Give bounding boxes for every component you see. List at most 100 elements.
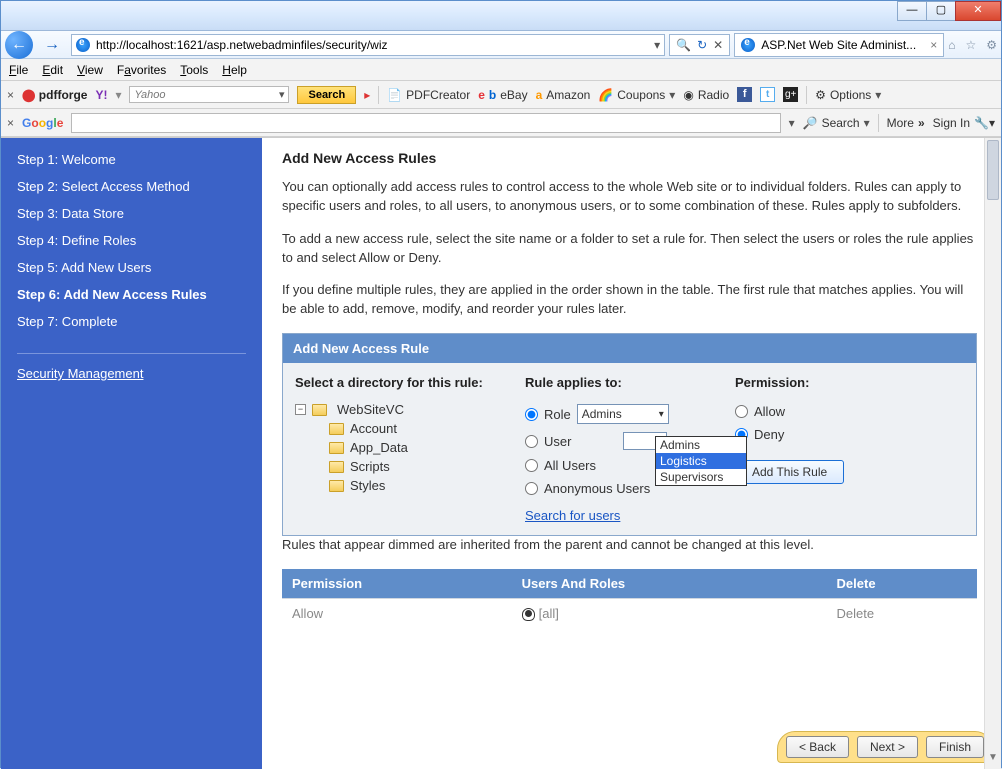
user-radio[interactable] — [525, 435, 538, 448]
menu-file[interactable]: File — [9, 63, 28, 77]
home-icon[interactable]: ⌂ — [948, 38, 955, 52]
rules-table: Permission Users And Roles Delete Allow … — [282, 569, 977, 628]
add-rule-button[interactable]: Add This Rule — [735, 460, 844, 484]
yahoo-search-input[interactable]: Yahoo — [129, 86, 289, 103]
user-icon — [522, 608, 535, 621]
role-option-logistics[interactable]: Logistics — [656, 453, 746, 469]
tree-root[interactable]: − WebSiteVC — [295, 400, 515, 419]
permission-label: Permission: — [735, 375, 895, 390]
step-7[interactable]: Step 7: Complete — [1, 308, 262, 335]
anon-radio[interactable] — [525, 482, 538, 495]
search-users-link[interactable]: Search for users — [525, 508, 620, 523]
col-delete: Delete — [827, 569, 977, 599]
toolbar-close-icon[interactable]: × — [7, 88, 14, 102]
step-6[interactable]: Step 6: Add New Access Rules — [1, 281, 262, 308]
close-button[interactable]: ✕ — [955, 1, 1001, 21]
toolbar-close-icon[interactable]: × — [7, 116, 14, 130]
maximize-button[interactable]: ▢ — [926, 1, 956, 21]
add-rule-panel: Add New Access Rule Select a directory f… — [282, 333, 977, 536]
step-4[interactable]: Step 4: Define Roles — [1, 227, 262, 254]
folder-icon — [312, 404, 327, 416]
panel-header: Add New Access Rule — [283, 334, 976, 363]
cell-users-roles: [all] — [512, 598, 827, 628]
back-button[interactable]: ← — [5, 31, 33, 59]
directory-column: Select a directory for this rule: − WebS… — [295, 375, 515, 523]
collapse-icon[interactable]: − — [295, 404, 306, 415]
permission-column: Permission: Allow Deny Add This Rule — [735, 375, 895, 523]
step-3[interactable]: Step 3: Data Store — [1, 200, 262, 227]
google-toolbar: × Google ▾ 🔎 Search More » Sign In 🔧▾ — [1, 109, 1001, 137]
tree-node-appdata[interactable]: App_Data — [295, 438, 515, 457]
tree-node-scripts[interactable]: Scripts — [295, 457, 515, 476]
options-link[interactable]: ⚙ Options — [815, 88, 881, 102]
radio-link[interactable]: ◉ Radio — [683, 88, 729, 102]
more-button[interactable]: More » — [887, 116, 925, 130]
facebook-icon[interactable]: f — [737, 87, 752, 102]
google-search-button[interactable]: 🔎 Search — [803, 116, 870, 130]
pdfforge-logo[interactable]: ⬤ pdfforge — [22, 88, 87, 102]
tree-node-styles[interactable]: Styles — [295, 476, 515, 495]
dropdown-icon[interactable]: ▾ — [789, 116, 795, 130]
stop-button[interactable]: ✕ — [713, 38, 723, 52]
yahoo-search-button[interactable]: Search — [297, 86, 356, 104]
scroll-thumb[interactable] — [987, 140, 999, 200]
scrollbar[interactable]: ▲ ▼ — [984, 138, 1001, 769]
content-pane: Add New Access Rules You can optionally … — [262, 138, 1001, 769]
step-5[interactable]: Step 5: Add New Users — [1, 254, 262, 281]
step-2[interactable]: Step 2: Select Access Method — [1, 173, 262, 200]
allusers-radio[interactable] — [525, 459, 538, 472]
cell-delete[interactable]: Delete — [827, 598, 977, 628]
yahoo-icon: Y! — [95, 88, 107, 102]
menu-view[interactable]: View — [77, 63, 103, 77]
menu-edit[interactable]: Edit — [42, 63, 63, 77]
address-bar[interactable]: ▾ — [71, 34, 665, 56]
role-option-supervisors[interactable]: Supervisors — [656, 469, 746, 485]
security-management-link[interactable]: Security Management — [1, 360, 262, 387]
col-permission: Permission — [282, 569, 512, 599]
back-button[interactable]: < Back — [786, 736, 849, 758]
ebay-link[interactable]: eb eBay — [478, 88, 527, 102]
step-1[interactable]: Step 1: Welcome — [1, 146, 262, 173]
user-label: User — [544, 434, 571, 449]
role-radio[interactable] — [525, 408, 538, 421]
googleplus-icon[interactable]: g+ — [783, 87, 798, 102]
minimize-button[interactable]: — — [897, 1, 927, 21]
rule-row: Allow [all] Delete — [282, 598, 977, 628]
allow-radio[interactable] — [735, 405, 748, 418]
intro-paragraph-1: You can optionally add access rules to c… — [282, 178, 977, 216]
role-option-admins[interactable]: Admins — [656, 437, 746, 453]
role-select[interactable]: Admins — [577, 404, 669, 424]
url-input[interactable] — [94, 37, 650, 53]
ie-icon — [741, 38, 755, 52]
amazon-link[interactable]: a Amazon — [536, 88, 591, 102]
browser-tab[interactable]: ASP.Net Web Site Administ... × — [734, 33, 944, 57]
forward-button[interactable]: → — [37, 32, 67, 58]
favorites-icon[interactable]: ☆ — [965, 38, 976, 52]
folder-icon — [329, 423, 344, 435]
pdfcreator-link[interactable]: 📄 PDFCreator — [387, 88, 470, 102]
tree-node-account[interactable]: Account — [295, 419, 515, 438]
refresh-button[interactable]: ↻ — [697, 38, 707, 52]
menu-help[interactable]: Help — [222, 63, 247, 77]
signin-button[interactable]: Sign In 🔧▾ — [933, 116, 995, 130]
menu-favorites[interactable]: Favorites — [117, 63, 166, 77]
browser-navbar: ← → ▾ 🔍 ↻ ✕ ASP.Net Web Site Administ...… — [1, 31, 1001, 59]
inherited-note: Rules that appear dimmed are inherited f… — [282, 536, 977, 555]
twitter-icon[interactable]: t — [760, 87, 775, 102]
tab-title: ASP.Net Web Site Administ... — [761, 38, 916, 52]
allusers-label: All Users — [544, 458, 596, 473]
settings-icon[interactable]: ⚙ — [986, 38, 997, 52]
deny-label: Deny — [754, 427, 784, 442]
dropdown-icon[interactable]: ▾ — [654, 38, 660, 52]
scroll-down-icon[interactable]: ▼ — [985, 752, 1001, 769]
menu-tools[interactable]: Tools — [180, 63, 208, 77]
directory-label: Select a directory for this rule: — [295, 375, 515, 390]
google-search-input[interactable] — [71, 113, 780, 133]
next-button[interactable]: Next > — [857, 736, 918, 758]
search-icon[interactable]: 🔍 — [676, 38, 691, 52]
finish-button[interactable]: Finish — [926, 736, 984, 758]
coupons-link[interactable]: 🌈 Coupons — [598, 88, 675, 102]
tab-close-icon[interactable]: × — [930, 38, 937, 52]
nav-arrow-icon[interactable]: ▸ — [364, 88, 370, 102]
folder-icon — [329, 461, 344, 473]
